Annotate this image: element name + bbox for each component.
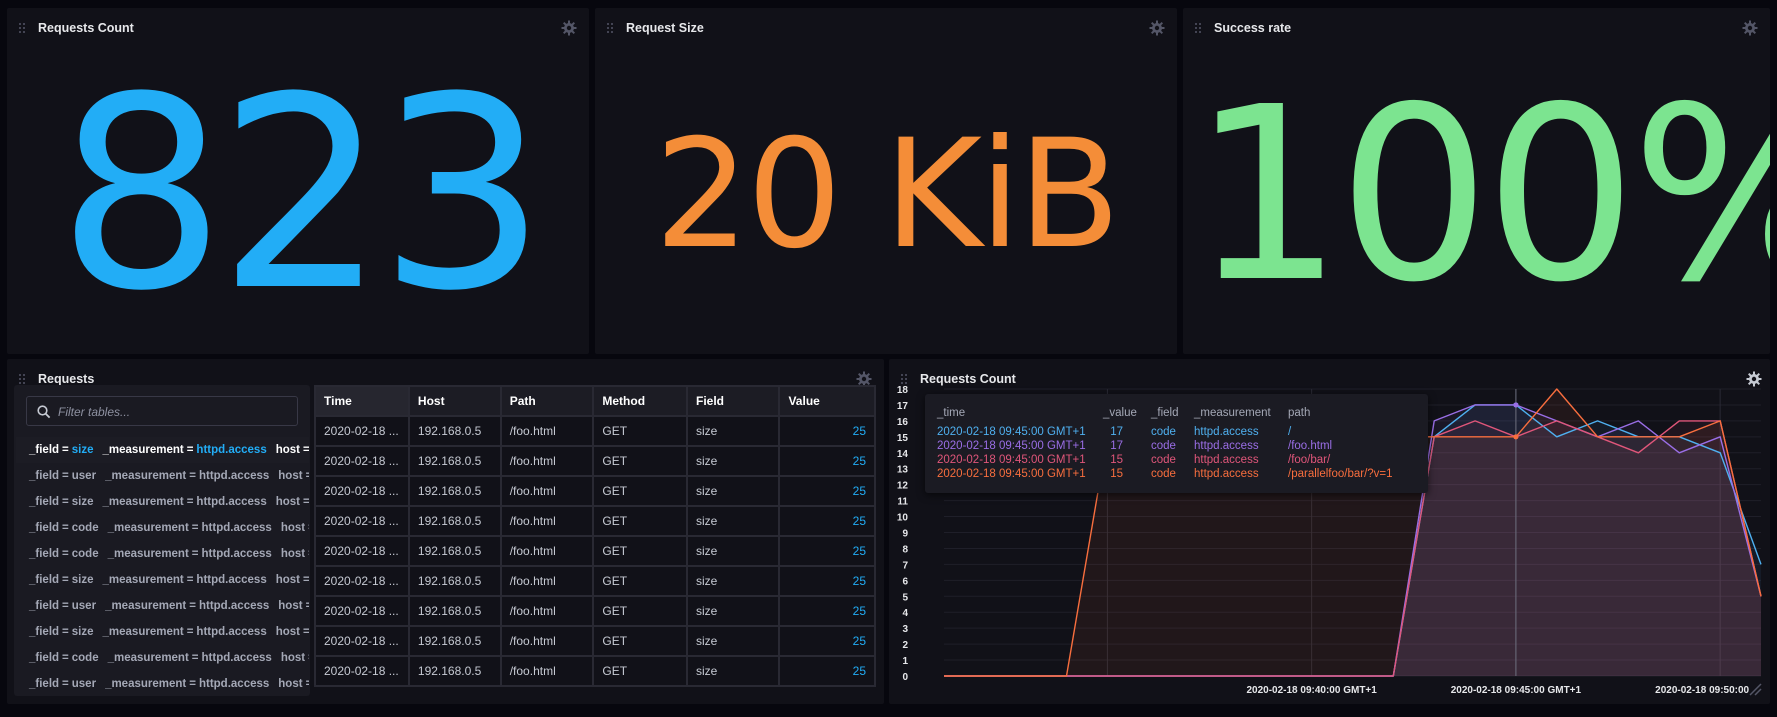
tooltip-column-header: path <box>1288 407 1311 419</box>
chart-tooltip: _time _value _field _measurement path 2020-02… <box>925 394 1428 493</box>
tooltip-measurement: httpd.access <box>1194 468 1259 480</box>
tooltip-measurement: httpd.access <box>1194 440 1259 452</box>
tooltip-time: 2020-02-18 09:45:00 GMT+1 <box>937 440 1086 452</box>
y-tick-label: 9 <box>902 529 908 540</box>
y-tick-label: 10 <box>897 513 909 524</box>
y-tick-label: 4 <box>902 608 908 619</box>
tooltip-time: 2020-02-18 09:45:00 GMT+1 <box>937 454 1086 466</box>
tooltip-path: / <box>1288 426 1292 438</box>
y-tick-label: 16 <box>897 417 909 428</box>
y-tick-label: 17 <box>897 401 909 412</box>
y-tick-label: 12 <box>897 481 909 492</box>
requests-line-chart[interactable]: 01234567891011121314151617182020-02-18 0… <box>0 0 1777 717</box>
y-tick-label: 18 <box>897 385 909 396</box>
y-tick-label: 11 <box>897 497 908 508</box>
tooltip-field: code <box>1151 468 1176 480</box>
y-tick-label: 13 <box>897 465 909 476</box>
tooltip-value: 15 <box>1110 468 1123 480</box>
x-tick-label: 2020-02-18 09:40:00 GMT+1 <box>1246 685 1377 696</box>
tooltip-column-header: _field <box>1151 407 1179 419</box>
tooltip-column-header: _measurement <box>1194 407 1271 419</box>
tooltip-measurement: httpd.access <box>1194 454 1259 466</box>
tooltip-row: 2020-02-18 09:45:00 GMT+1 17 code httpd.acc… <box>925 440 1428 454</box>
tooltip-field: code <box>1151 454 1176 466</box>
y-tick-label: 6 <box>902 576 908 587</box>
tooltip-value: 17 <box>1110 426 1123 438</box>
tooltip-field: code <box>1151 426 1176 438</box>
y-tick-label: 14 <box>897 449 909 460</box>
tooltip-row: 2020-02-18 09:45:00 GMT+1 17 code httpd.acc… <box>925 426 1428 440</box>
tooltip-value: 17 <box>1110 440 1123 452</box>
y-tick-label: 5 <box>902 592 908 603</box>
hover-point <box>1513 434 1519 440</box>
y-tick-label: 3 <box>902 624 908 635</box>
y-tick-label: 7 <box>902 560 908 571</box>
tooltip-measurement: httpd.access <box>1194 426 1259 438</box>
tooltip-time: 2020-02-18 09:45:00 GMT+1 <box>937 426 1086 438</box>
tooltip-column-header: _value <box>1103 407 1137 419</box>
tooltip-time: 2020-02-18 09:45:00 GMT+1 <box>937 468 1086 480</box>
tooltip-row: 2020-02-18 09:45:00 GMT+1 15 code httpd.acc… <box>925 468 1428 482</box>
tooltip-path: /parallelfoo/bar/?v=1 <box>1288 468 1393 480</box>
y-tick-label: 8 <box>902 544 908 555</box>
tooltip-field: code <box>1151 440 1176 452</box>
y-tick-label: 2 <box>902 640 908 651</box>
tooltip-row: 2020-02-18 09:45:00 GMT+1 15 code httpd.acc… <box>925 454 1428 468</box>
tooltip-header: _time _value _field _measurement path <box>925 407 1428 421</box>
tooltip-path: /foo/bar/ <box>1288 454 1331 466</box>
y-tick-label: 0 <box>902 672 908 683</box>
tooltip-column-header: _time <box>937 407 966 419</box>
x-tick-label: 2020-02-18 09:50:00 <box>1655 685 1749 696</box>
x-tick-label: 2020-02-18 09:45:00 GMT+1 <box>1451 685 1582 696</box>
tooltip-path: /foo.html <box>1288 440 1333 452</box>
hover-point <box>1513 402 1519 408</box>
y-tick-label: 15 <box>897 433 909 444</box>
tooltip-value: 15 <box>1110 454 1123 466</box>
y-tick-label: 1 <box>902 656 908 667</box>
